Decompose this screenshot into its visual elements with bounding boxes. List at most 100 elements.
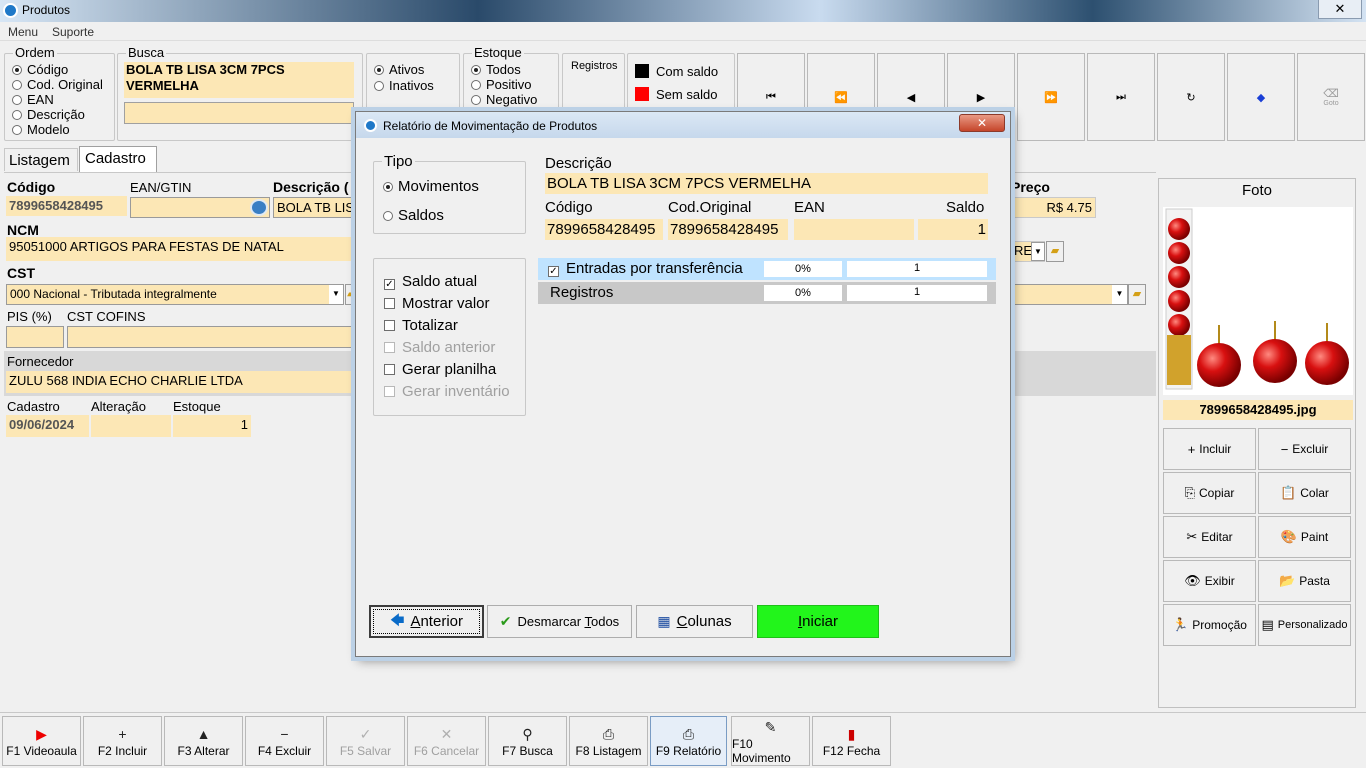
colunas-button[interactable]: ▦ Colunas <box>636 605 753 638</box>
fkey-3-button[interactable]: ▲ F3 Alterar <box>164 716 243 766</box>
progress-row-label: Entradas por transferência <box>566 260 743 277</box>
unidade-folder-icon[interactable]: ▰ <box>1046 241 1064 262</box>
eye-icon: 👁 <box>1184 573 1201 588</box>
estoque-option[interactable]: Todos <box>471 62 537 77</box>
status-option[interactable]: Inativos <box>374 78 434 94</box>
progress-percent: 0% <box>764 285 842 301</box>
option-checkbox[interactable]: Gerar planilha <box>384 361 496 378</box>
printer-icon: ⎙ <box>602 726 615 742</box>
refresh-button[interactable]: ↻ <box>1157 53 1225 141</box>
label-accelerator: A <box>410 613 421 630</box>
menu-item-menu[interactable]: Menu <box>8 25 38 39</box>
tipo-option[interactable]: Saldos <box>383 207 444 224</box>
estoque-option[interactable]: Negativo <box>471 92 537 107</box>
option-checkbox[interactable]: Mostrar valor <box>384 295 490 312</box>
checkbox-icon <box>384 342 395 353</box>
cst-right-select[interactable] <box>1011 284 1128 305</box>
minus-icon: − <box>280 726 289 742</box>
dialog-close-button[interactable]: ✕ <box>959 114 1005 132</box>
fkey-8-button[interactable]: ⎙ F8 Listagem <box>569 716 648 766</box>
check-icon: ✓ <box>359 726 372 742</box>
ncm-field[interactable]: 95051000 ARTIGOS PARA FESTAS DE NATAL <box>6 237 356 261</box>
label-part: olunas <box>687 613 732 630</box>
cst-chevron-down-icon[interactable]: ▼ <box>329 285 343 304</box>
option-checkbox[interactable]: ✓ Saldo atual <box>384 273 477 290</box>
fornecedor-field[interactable]: ZULU 568 INDIA ECHO CHARLIE LTDA <box>6 371 356 393</box>
ordem-option[interactable]: Descrição <box>12 107 103 122</box>
radio-icon <box>12 110 22 120</box>
pis-field[interactable] <box>6 326 64 348</box>
goto-button[interactable]: ⌫ Goto <box>1297 53 1365 141</box>
fkey-1-button[interactable]: ▶ F1 Videoaula <box>2 716 81 766</box>
ordem-option[interactable]: EAN <box>12 92 103 107</box>
option-label: Gerar inventário <box>402 383 510 400</box>
product-photo[interactable] <box>1163 207 1353 395</box>
ordem-option[interactable]: Cod. Original <box>12 77 103 92</box>
foto-excluir-button[interactable]: − Excluir <box>1258 428 1351 470</box>
cst-right-chevron-down-icon[interactable]: ▼ <box>1112 285 1127 304</box>
codigo-field[interactable]: 7899658428495 <box>6 196 127 216</box>
copy-icon: ⎘ <box>1184 485 1196 500</box>
progress-count: 1 <box>847 285 987 301</box>
descricao-field[interactable]: BOLA TB LIS <box>273 197 355 218</box>
tipo-option[interactable]: Movimentos <box>383 178 479 195</box>
busca-input[interactable] <box>124 102 354 124</box>
estoque-option[interactable]: Positivo <box>471 77 537 92</box>
radio-icon <box>12 125 22 135</box>
foto-colar-button[interactable]: 📋 Colar <box>1258 472 1351 514</box>
prev-page-icon: ⏪ <box>834 91 848 104</box>
foto-paint-button[interactable]: 🎨 Paint <box>1258 516 1351 558</box>
unidade-chevron-down-icon[interactable]: ▼ <box>1031 242 1045 261</box>
foto-exibir-button[interactable]: 👁 Exibir <box>1163 560 1256 602</box>
refresh-icon: ↻ <box>1186 91 1196 104</box>
cst-right-folder-icon[interactable]: ▰ <box>1128 284 1146 305</box>
window-titlebar: Produtos ✕ <box>0 0 1366 22</box>
fkey-10-button[interactable]: ✎ F10 Movimento <box>731 716 810 766</box>
progress-row-label-wrap[interactable]: ✓ Entradas por transferência <box>548 260 743 277</box>
option-checkbox[interactable]: Totalizar <box>384 317 458 334</box>
cadastro-date-field: 09/06/2024 <box>6 415 89 437</box>
foto-pasta-button[interactable]: 📂 Pasta <box>1258 560 1351 602</box>
tab-listagem[interactable]: Listagem <box>4 148 78 171</box>
tipo-group: Tipo Movimentos Saldos <box>373 153 526 234</box>
status-option[interactable]: Ativos <box>374 62 434 78</box>
fkey-2-button[interactable]: + F2 Incluir <box>83 716 162 766</box>
tab-cadastro[interactable]: Cadastro <box>79 146 157 172</box>
fkey-11-button[interactable]: ▮ F12 Fecha <box>812 716 891 766</box>
eraser-button[interactable]: ◆ <box>1227 53 1295 141</box>
prev-record-icon: ◀ <box>906 91 916 104</box>
cst-select[interactable]: 000 Nacional - Tributada integralmente <box>6 284 344 305</box>
progress-row-label-wrap: Registros <box>550 284 613 301</box>
next-page-button[interactable]: ⏩ <box>1017 53 1085 141</box>
label-part: niciar <box>802 613 839 630</box>
foto-incluir-button[interactable]: + Incluir <box>1163 428 1256 470</box>
alteracao-field <box>91 415 171 437</box>
alteracao-label: Alteração <box>91 399 146 414</box>
anterior-button[interactable]: 🡄 Anterior <box>369 605 484 638</box>
fkey-7-button[interactable]: ⚲ F7 Busca <box>488 716 567 766</box>
ean-search-icon[interactable] <box>250 199 268 216</box>
foto-promocao-button[interactable]: 🏃 Promoção <box>1163 604 1256 646</box>
foto-editar-button[interactable]: ✂ Editar <box>1163 516 1256 558</box>
label-part: odos <box>590 614 620 629</box>
ean-field[interactable] <box>130 197 270 218</box>
fkey-5-button: ✓ F5 Salvar <box>326 716 405 766</box>
foto-copiar-button[interactable]: ⎘ Copiar <box>1163 472 1256 514</box>
fkey-4-button[interactable]: − F4 Excluir <box>245 716 324 766</box>
ordem-option[interactable]: Código <box>12 62 103 77</box>
foto-personalizado-button[interactable]: ▤ Personalizado <box>1258 604 1351 646</box>
window-close-button[interactable]: ✕ <box>1318 0 1362 19</box>
preco-field[interactable]: R$ 4.75 <box>1011 197 1096 218</box>
last-record-button[interactable]: ⏭ <box>1087 53 1155 141</box>
next-record-icon: ▶ <box>976 91 986 104</box>
iniciar-button[interactable]: Iniciar <box>757 605 879 638</box>
fkey-9-button[interactable]: ⎙ F9 Relatório <box>650 716 727 766</box>
desmarcar-button[interactable]: ✔ Desmarcar Todos <box>487 605 632 638</box>
cofins-field[interactable] <box>67 326 357 348</box>
menu-item-suporte[interactable]: Suporte <box>52 25 94 39</box>
option-label: Saldo anterior <box>402 339 496 356</box>
checkbox-icon <box>384 364 395 375</box>
fkey-label: F12 Fecha <box>822 744 881 758</box>
relatorio-dialog: Relatório de Movimentação de Produtos ✕ … <box>355 111 1011 657</box>
ordem-option[interactable]: Modelo <box>12 122 103 137</box>
